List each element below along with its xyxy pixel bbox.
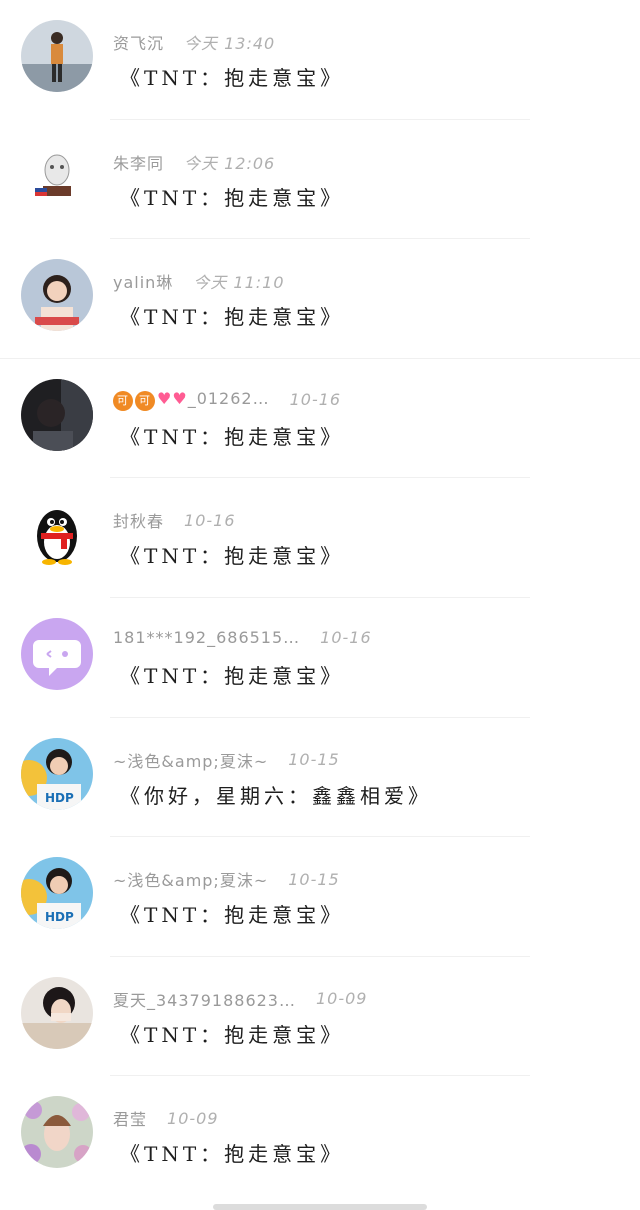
comment-time: 今天 13:40 bbox=[184, 34, 276, 53]
list-item[interactable]: 资飞沉 今天 13:40 《TNT：抱走意宝》 bbox=[0, 0, 640, 120]
comment-text: 《TNT：抱走意宝》 bbox=[120, 903, 345, 928]
comment-time: 10-16 bbox=[320, 627, 372, 647]
user-name[interactable]: ~浅色&amp;夏沫~ bbox=[113, 748, 268, 772]
list-item[interactable]: yalin琳 今天 11:10 《TNT：抱走意宝》 bbox=[0, 239, 640, 359]
avatar[interactable] bbox=[21, 617, 93, 690]
penguin-icon bbox=[21, 498, 93, 571]
dark-portrait-photo-icon bbox=[21, 378, 93, 451]
comment-time: 10-15 bbox=[288, 750, 340, 770]
avatar[interactable]: HDP bbox=[21, 737, 93, 810]
svg-text:HDP: HDP bbox=[45, 791, 74, 805]
user-name[interactable]: 181***192_686515… bbox=[113, 628, 300, 647]
boy-portrait-photo-icon: HDP bbox=[21, 857, 93, 930]
girl-portrait-photo-icon bbox=[21, 259, 93, 332]
comment-time: 10-15 bbox=[288, 869, 340, 889]
boy-portrait-photo-icon: HDP bbox=[21, 737, 93, 810]
comment-text: 《TNT：抱走意宝》 bbox=[120, 185, 345, 210]
avatar[interactable] bbox=[21, 1096, 93, 1169]
list-item[interactable]: 朱李同 今天 12:06 《TNT：抱走意宝》 bbox=[0, 120, 640, 240]
comment-time: 10-16 bbox=[289, 390, 342, 410]
comment-text: 《TNT：抱走意宝》 bbox=[120, 1142, 345, 1167]
mask-figure-photo-icon bbox=[21, 139, 93, 212]
comment-text: 《TNT：抱走意宝》 bbox=[120, 663, 345, 688]
avatar[interactable] bbox=[21, 976, 93, 1049]
list-item[interactable]: 可可 ♥♥_01262… 10-16 《TNT：抱走意宝》 bbox=[0, 359, 640, 479]
avatar[interactable] bbox=[21, 498, 93, 571]
comment-text: 《你好，星期六：鑫鑫相爱》 bbox=[120, 783, 432, 808]
list-item[interactable]: 181***192_686515… 10-16 《TNT：抱走意宝》 bbox=[0, 598, 640, 718]
comment-list: 资飞沉 今天 13:40 《TNT：抱走意宝》 朱李同 今天 12:06 《TN… bbox=[0, 0, 640, 1196]
comment-time: 今天 11:10 bbox=[193, 273, 285, 293]
comment-time: 10-16 bbox=[184, 510, 236, 530]
user-name[interactable]: 可可 ♥♥_01262… bbox=[113, 389, 270, 411]
woman-flowers-photo-icon bbox=[21, 1096, 93, 1169]
user-name[interactable]: 君莹 bbox=[113, 1106, 147, 1130]
heart-icon: ♥♥ bbox=[157, 388, 188, 408]
user-name[interactable]: 朱李同 bbox=[113, 150, 164, 174]
comment-time: 10-09 bbox=[315, 989, 368, 1009]
comment-time: 10-09 bbox=[167, 1108, 219, 1128]
user-name[interactable]: yalin琳 bbox=[113, 269, 173, 293]
comment-text: 《TNT：抱走意宝》 bbox=[120, 1022, 345, 1047]
comment-text: 《TNT：抱走意宝》 bbox=[120, 66, 345, 90]
user-name[interactable]: 夏天_34379188623… bbox=[113, 987, 296, 1011]
avatar[interactable] bbox=[21, 20, 93, 92]
girl-standing-photo-icon bbox=[21, 20, 93, 92]
user-name[interactable]: 封秋春 bbox=[113, 508, 164, 532]
comment-text: 《TNT：抱走意宝》 bbox=[120, 544, 345, 569]
comment-time: 今天 12:06 bbox=[184, 153, 276, 173]
svg-text:HDP: HDP bbox=[45, 910, 74, 924]
list-item[interactable]: HDP ~浅色&amp;夏沫~ 10-15 《TNT：抱走意宝》 bbox=[0, 837, 640, 957]
list-item[interactable]: 封秋春 10-16 《TNT：抱走意宝》 bbox=[0, 478, 640, 598]
list-item[interactable]: 君莹 10-09 《TNT：抱走意宝》 bbox=[0, 1076, 640, 1196]
avatar[interactable]: HDP bbox=[21, 857, 93, 930]
comment-text: 《TNT：抱走意宝》 bbox=[120, 424, 345, 449]
avatar[interactable] bbox=[21, 259, 93, 332]
user-name[interactable]: 资飞沉 bbox=[113, 30, 164, 54]
user-name[interactable]: ~浅色&amp;夏沫~ bbox=[113, 867, 268, 891]
home-indicator[interactable] bbox=[213, 1204, 427, 1210]
list-item[interactable]: 夏天_34379188623… 10-09 《TNT：抱走意宝》 bbox=[0, 957, 640, 1077]
name-badge: 可 bbox=[135, 390, 155, 411]
comment-text: 《TNT：抱走意宝》 bbox=[120, 305, 345, 330]
chat-bubble-icon bbox=[21, 617, 93, 690]
girl-cover-face-photo-icon bbox=[21, 976, 93, 1049]
user-name-text: _01262… bbox=[187, 388, 270, 408]
avatar[interactable] bbox=[21, 139, 93, 212]
avatar[interactable] bbox=[21, 378, 93, 451]
name-badge: 可 bbox=[113, 390, 133, 411]
list-item[interactable]: HDP ~浅色&amp;夏沫~ 10-15 《你好，星期六：鑫鑫相爱》 bbox=[0, 718, 640, 838]
